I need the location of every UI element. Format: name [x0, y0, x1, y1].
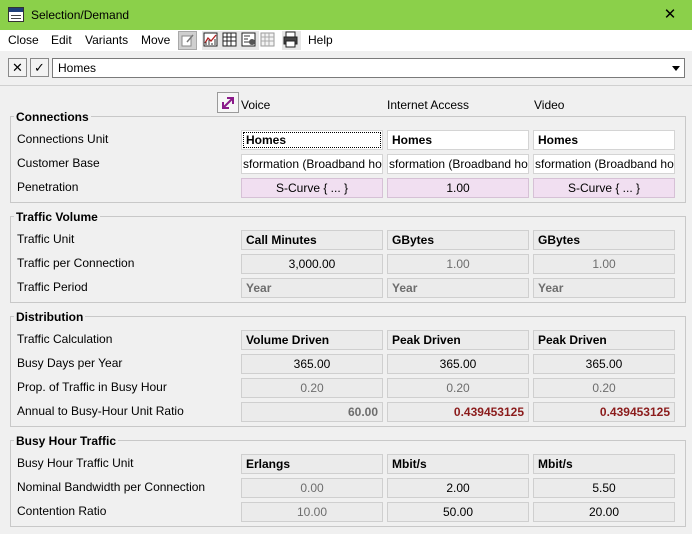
- cell-internet-customer-base[interactable]: sformation (Broadband ho: [387, 154, 529, 174]
- selection-value: Homes: [58, 61, 97, 75]
- cell-voice-penetration[interactable]: S-Curve { ... }: [241, 178, 383, 198]
- cancel-button[interactable]: ✕: [8, 58, 27, 77]
- cell-internet-busy-hour-prop[interactable]: 0.20: [387, 378, 529, 398]
- grid-icon[interactable]: [259, 31, 278, 50]
- cell-video-traffic-per-connection[interactable]: 1.00: [533, 254, 675, 274]
- cell-video-penetration[interactable]: S-Curve { ... }: [533, 178, 675, 198]
- cell-video-busy-hour-unit[interactable]: Mbit/s: [533, 454, 675, 474]
- cell-video-busy-hour-prop[interactable]: 0.20: [533, 378, 675, 398]
- table-icon[interactable]: [221, 31, 240, 50]
- cell-voice-traffic-calculation[interactable]: Volume Driven: [241, 330, 383, 350]
- cell-voice-connections-unit[interactable]: Homes: [241, 130, 383, 150]
- cell-voice-busy-hour-unit[interactable]: Erlangs: [241, 454, 383, 474]
- cell-video-traffic-unit[interactable]: GBytes: [533, 230, 675, 250]
- cell-voice-customer-base[interactable]: sformation (Broadband ho: [241, 154, 383, 174]
- chevron-down-icon[interactable]: [672, 66, 680, 71]
- cell-voice-unit-ratio: 60.00: [241, 402, 383, 422]
- connections-title: Connections: [14, 110, 91, 124]
- cell-video-traffic-calculation[interactable]: Peak Driven: [533, 330, 675, 350]
- row-label: Annual to Busy-Hour Unit Ratio: [17, 404, 184, 418]
- traffic-volume-title: Traffic Volume: [14, 210, 100, 224]
- edit-icon[interactable]: [178, 31, 197, 50]
- row-label: Busy Days per Year: [17, 356, 123, 370]
- cell-video-traffic-period[interactable]: Year: [533, 278, 675, 298]
- row-label: Prop. of Traffic in Busy Hour: [17, 380, 167, 394]
- menu-move[interactable]: Move: [141, 33, 170, 47]
- print-icon[interactable]: [282, 31, 301, 50]
- menu-bar: Close Edit Variants Move Help: [0, 30, 692, 51]
- title-bar: Selection/Demand ✕: [0, 0, 692, 30]
- row-label: Traffic Unit: [17, 232, 75, 246]
- divider: [0, 85, 692, 86]
- column-header-internet: Internet Access: [387, 98, 470, 112]
- cell-internet-connections-unit[interactable]: Homes: [387, 130, 529, 150]
- selection-dropdown[interactable]: Homes: [52, 58, 685, 78]
- row-label: Penetration: [17, 180, 79, 194]
- menu-close[interactable]: Close: [8, 33, 39, 47]
- row-label: Busy Hour Traffic Unit: [17, 456, 134, 470]
- cell-internet-traffic-per-connection[interactable]: 1.00: [387, 254, 529, 274]
- close-window-button[interactable]: ✕: [648, 0, 692, 30]
- cell-internet-busy-days[interactable]: 365.00: [387, 354, 529, 374]
- cell-internet-unit-ratio: 0.439453125: [387, 402, 529, 422]
- cell-voice-bandwidth[interactable]: 0.00: [241, 478, 383, 498]
- cell-voice-traffic-period[interactable]: Year: [241, 278, 383, 298]
- row-label: Traffic per Connection: [17, 256, 135, 270]
- cell-voice-busy-days[interactable]: 365.00: [241, 354, 383, 374]
- row-label: Connections Unit: [17, 132, 109, 146]
- chart-icon[interactable]: [202, 31, 221, 50]
- app-icon: [8, 7, 24, 22]
- cell-video-busy-days[interactable]: 365.00: [533, 354, 675, 374]
- cell-internet-traffic-calculation[interactable]: Peak Driven: [387, 330, 529, 350]
- row-label: Contention Ratio: [17, 504, 107, 518]
- cell-voice-contention[interactable]: 10.00: [241, 502, 383, 522]
- row-label: Nominal Bandwidth per Connection: [17, 480, 206, 494]
- cell-internet-busy-hour-unit[interactable]: Mbit/s: [387, 454, 529, 474]
- menu-help[interactable]: Help: [308, 33, 333, 47]
- window-title: Selection/Demand: [31, 8, 130, 22]
- distribution-title: Distribution: [14, 310, 86, 324]
- cell-video-bandwidth[interactable]: 5.50: [533, 478, 675, 498]
- column-header-voice: Voice: [241, 98, 271, 112]
- menu-edit[interactable]: Edit: [51, 33, 72, 47]
- cell-voice-traffic-per-connection[interactable]: 3,000.00: [241, 254, 383, 274]
- cell-internet-contention[interactable]: 50.00: [387, 502, 529, 522]
- cell-internet-traffic-period[interactable]: Year: [387, 278, 529, 298]
- accept-button[interactable]: ✓: [30, 58, 49, 77]
- cell-internet-traffic-unit[interactable]: GBytes: [387, 230, 529, 250]
- cell-video-unit-ratio: 0.439453125: [533, 402, 675, 422]
- column-header-video: Video: [534, 98, 565, 112]
- cell-internet-bandwidth[interactable]: 2.00: [387, 478, 529, 498]
- row-label: Traffic Calculation: [17, 332, 113, 346]
- cell-voice-traffic-unit[interactable]: Call Minutes: [241, 230, 383, 250]
- cell-video-customer-base[interactable]: sformation (Broadband ho: [533, 154, 675, 174]
- map-icon[interactable]: [240, 31, 259, 50]
- busy-hour-title: Busy Hour Traffic: [14, 434, 119, 448]
- cell-voice-busy-hour-prop[interactable]: 0.20: [241, 378, 383, 398]
- row-label: Customer Base: [17, 156, 100, 170]
- cell-video-contention[interactable]: 20.00: [533, 502, 675, 522]
- cell-internet-penetration[interactable]: 1.00: [387, 178, 529, 198]
- menu-variants[interactable]: Variants: [85, 33, 128, 47]
- cell-video-connections-unit[interactable]: Homes: [533, 130, 675, 150]
- row-label: Traffic Period: [17, 280, 88, 294]
- resize-arrow-icon: [222, 97, 234, 109]
- link-columns-button[interactable]: [217, 92, 239, 113]
